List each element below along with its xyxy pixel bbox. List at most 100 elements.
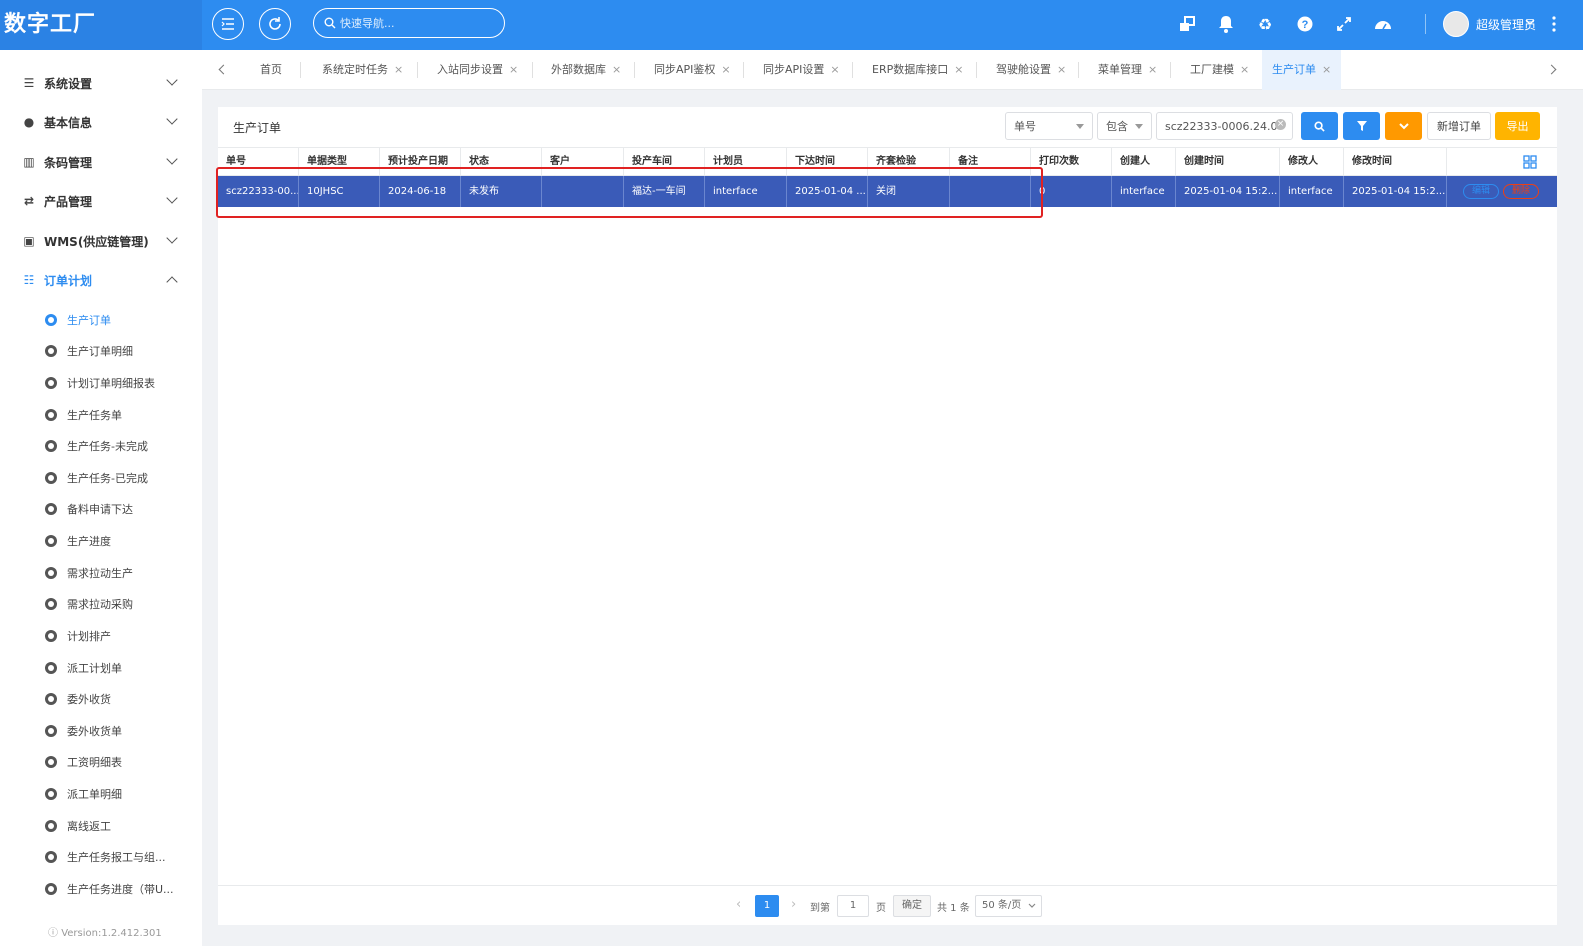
goto-label: 到第 (810, 903, 830, 914)
goto-confirm-button[interactable]: 确定 (893, 895, 931, 917)
more-vertical-icon[interactable] (1548, 13, 1560, 35)
tab-sync-api-settings[interactable]: 同步API设置 × (753, 50, 850, 90)
windows-icon[interactable] (1176, 13, 1198, 35)
close-icon[interactable]: × (954, 63, 963, 76)
sidebar-group-product[interactable]: ⇄ 产品管理 (0, 183, 202, 219)
prev-page-icon[interactable]: ‹ (736, 897, 741, 912)
refresh-icon (269, 17, 281, 30)
sidebar-item[interactable]: 生产任务报工与组... (0, 842, 202, 872)
operator-select[interactable]: 包含 (1097, 112, 1152, 140)
sidebar-group-barcode[interactable]: ▥ 条码管理 (0, 144, 202, 180)
tab-home[interactable]: 首页 (250, 50, 292, 90)
sidebar-item[interactable]: 生产订单明细 (0, 336, 202, 366)
close-icon[interactable]: × (394, 63, 403, 76)
edit-button[interactable]: 编辑 (1463, 184, 1499, 199)
close-icon[interactable]: × (509, 63, 518, 76)
avatar[interactable] (1443, 11, 1469, 37)
sidebar-item-label: 工资明细表 (67, 756, 122, 769)
add-order-button[interactable]: 新增订单 (1427, 112, 1491, 140)
sidebar-item[interactable]: 计划排产 (0, 621, 202, 651)
tab-label: 外部数据库 (551, 63, 606, 76)
close-icon[interactable]: × (830, 63, 839, 76)
tab-inbound-sync[interactable]: 入站同步设置 × (427, 50, 528, 90)
menu-toggle-button[interactable] (212, 8, 244, 40)
sidebar-item[interactable]: 派工计划单 (0, 653, 202, 683)
chevron-down-icon (166, 232, 178, 244)
export-button[interactable]: 导出 (1495, 112, 1540, 140)
tab-factory-modeling[interactable]: 工厂建模 × (1180, 50, 1259, 90)
sidebar-item[interactable]: 委外收货单 (0, 716, 202, 746)
page-number-current[interactable]: 1 (755, 895, 779, 917)
tabs-scroll-right-icon[interactable] (1546, 64, 1557, 75)
tab-menu-management[interactable]: 菜单管理 × (1088, 50, 1167, 90)
search-input[interactable]: scz22333-0006.24.0 × (1156, 112, 1293, 140)
sidebar-group-basic-info[interactable]: ● 基本信息 (0, 104, 202, 140)
sidebar-item-label: 生产任务报工与组... (67, 851, 166, 864)
close-icon[interactable]: × (1057, 63, 1066, 76)
column-header[interactable]: 修改人 (1280, 148, 1344, 176)
sidebar-item[interactable]: 需求拉动采购 (0, 589, 202, 619)
quick-nav-search[interactable]: 快速导航... (313, 8, 505, 38)
sidebar-item[interactable]: 工资明细表 (0, 747, 202, 777)
fullscreen-icon[interactable] (1333, 13, 1355, 35)
sidebar-group-label: WMS(供应链管理) (44, 234, 149, 249)
chevron-down-icon (166, 153, 178, 165)
sidebar-item[interactable]: 委外收货 (0, 684, 202, 714)
goto-page-input[interactable]: 1 (837, 895, 869, 917)
tab-label: 菜单管理 (1098, 63, 1142, 76)
expand-button[interactable] (1385, 112, 1422, 140)
sidebar-item[interactable]: 生产任务进度（带U... (0, 874, 202, 904)
search-input-value: scz22333-0006.24.0 (1165, 119, 1278, 133)
sidebar-group-system-settings[interactable]: ☰ 系统设置 (0, 65, 202, 101)
version-label: ⓘ Version:1.2.412.301 (48, 928, 162, 939)
refresh-button[interactable] (259, 8, 291, 40)
column-header[interactable]: 创建人 (1112, 148, 1176, 176)
sidebar-item[interactable]: 需求拉动生产 (0, 558, 202, 588)
sidebar-item[interactable]: 备料申请下达 (0, 494, 202, 524)
tab-cockpit-settings[interactable]: 驾驶舱设置 × (986, 50, 1076, 90)
close-icon[interactable]: × (1322, 63, 1331, 76)
filter-button[interactable] (1343, 112, 1380, 140)
sidebar-item[interactable]: 计划订单明细报表 (0, 368, 202, 398)
sidebar-item-label: 生产订单明细 (67, 345, 133, 358)
recycle-icon[interactable]: ♻ (1254, 13, 1276, 35)
field-select[interactable]: 单号 (1005, 112, 1093, 140)
sidebar-item-production-order[interactable]: 生产订单 (0, 305, 202, 335)
page-size-select[interactable]: 50 条/页 (975, 895, 1042, 917)
tab-erp-db-interface[interactable]: ERP数据库接口 × (862, 50, 973, 90)
tab-external-db[interactable]: 外部数据库 × (541, 50, 631, 90)
close-icon[interactable]: × (721, 63, 730, 76)
grid-settings-icon[interactable] (1523, 155, 1537, 169)
tab-label: 同步API鉴权 (654, 63, 716, 76)
sidebar-item[interactable]: 生产任务单 (0, 400, 202, 430)
bell-icon[interactable] (1215, 13, 1237, 35)
chevron-down-icon[interactable] (1524, 14, 1536, 30)
clear-icon[interactable]: × (1275, 119, 1286, 130)
sidebar-item[interactable]: 生产任务-已完成 (0, 463, 202, 493)
sidebar-group-label: 产品管理 (44, 194, 93, 209)
tab-production-order[interactable]: 生产订单 × (1262, 50, 1342, 90)
close-icon[interactable]: × (612, 63, 621, 76)
operator-select-value: 包含 (1106, 120, 1128, 133)
column-header[interactable]: 打印次数 (1031, 148, 1112, 176)
compass-icon (45, 883, 57, 895)
sidebar-item[interactable]: 生产进度 (0, 526, 202, 556)
close-icon[interactable]: × (1240, 63, 1249, 76)
sidebar-group-order-plan[interactable]: ☷ 订单计划 (0, 262, 202, 298)
help-icon[interactable]: ? (1294, 13, 1316, 35)
sidebar-item[interactable]: 派工单明细 (0, 779, 202, 809)
circle-icon (45, 409, 57, 421)
delete-button[interactable]: 删除 (1503, 184, 1539, 199)
tab-sync-api-auth[interactable]: 同步API鉴权 × (644, 50, 741, 90)
sidebar-item[interactable]: 离线返工 (0, 811, 202, 841)
sidebar-item[interactable]: 生产任务-未完成 (0, 431, 202, 461)
dashboard-icon[interactable] (1372, 13, 1394, 35)
tab-scheduled-tasks[interactable]: 系统定时任务 × (312, 50, 413, 90)
column-header[interactable]: 创建时间 (1176, 148, 1280, 176)
search-button[interactable] (1301, 112, 1338, 140)
next-page-icon[interactable]: › (791, 897, 796, 912)
sidebar-group-wms[interactable]: ▣ WMS(供应链管理) (0, 223, 202, 259)
tabs-scroll-left-icon[interactable] (218, 64, 229, 75)
column-header[interactable]: 修改时间 (1344, 148, 1447, 176)
close-icon[interactable]: × (1148, 63, 1157, 76)
